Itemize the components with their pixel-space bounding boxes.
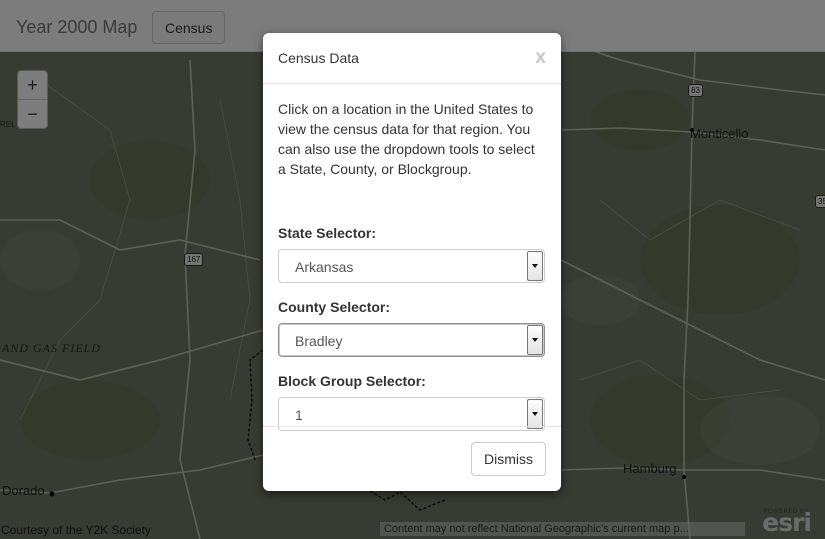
chevron-down-icon[interactable] <box>527 251 543 281</box>
census-modal: Census Data x Click on a location in the… <box>263 33 561 491</box>
modal-title: Census Data <box>278 50 359 66</box>
chevron-down-icon[interactable] <box>527 399 543 429</box>
blockgroup-select-value: 1 <box>295 407 303 423</box>
county-selector-label: County Selector: <box>278 299 391 315</box>
chevron-down-icon[interactable] <box>527 325 543 355</box>
county-select[interactable]: Bradley <box>278 323 545 357</box>
county-select-value: Bradley <box>295 333 343 349</box>
blockgroup-selector-label: Block Group Selector: <box>278 373 426 389</box>
close-icon[interactable]: x <box>535 47 546 69</box>
modal-header: Census Data x <box>263 33 561 84</box>
state-selector-label: State Selector: <box>278 225 377 241</box>
state-select-value: Arkansas <box>295 259 354 275</box>
state-selector-group: State Selector: Arkansas <box>278 225 546 283</box>
county-selector-group: County Selector: Bradley <box>278 299 546 357</box>
modal-body: Click on a location in the United States… <box>278 99 546 431</box>
blockgroup-selector-group: Block Group Selector: 1 <box>278 373 546 431</box>
modal-footer: Dismiss <box>263 426 561 492</box>
state-select[interactable]: Arkansas <box>278 249 545 283</box>
dismiss-button[interactable]: Dismiss <box>471 442 546 476</box>
modal-instructions: Click on a location in the United States… <box>278 101 535 177</box>
